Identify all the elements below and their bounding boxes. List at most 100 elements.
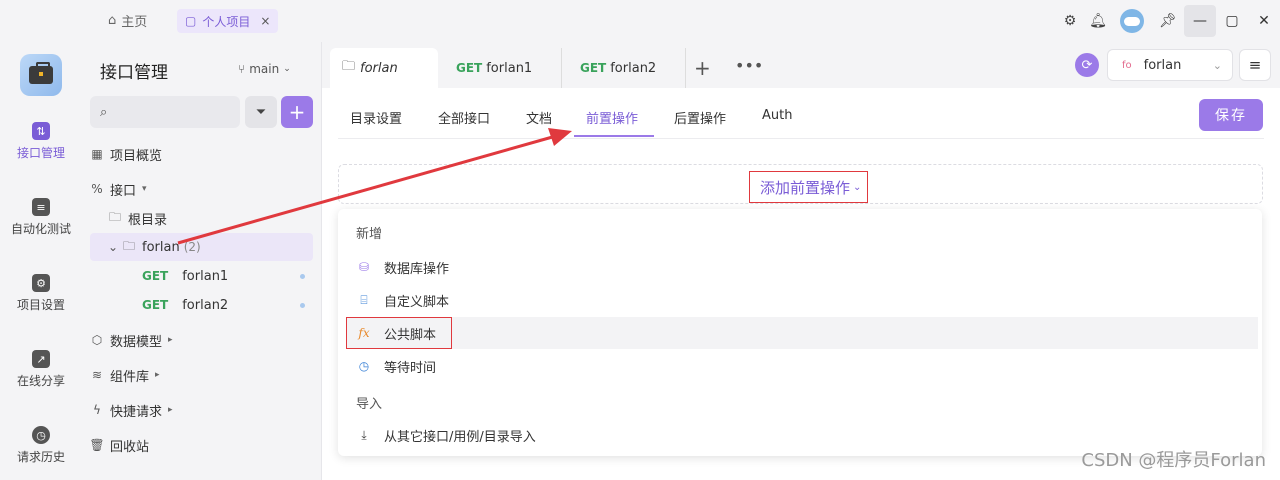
menu-item-label: 从其它接口/用例/目录导入 [384,429,536,445]
rail-item-api[interactable]: ⇅ 接口管理 [0,122,82,161]
close-window-button[interactable]: ✕ [1248,5,1280,37]
method-badge: GET [142,269,169,283]
tab-label: forlan1 [486,60,533,76]
environment-select[interactable]: fo forlan ⌄ [1107,49,1233,81]
home-icon: ⌂ [108,13,117,28]
tab-label: forlan [360,60,398,76]
api-icon: ⇅ [32,122,50,140]
home-label: 主页 [121,15,148,30]
env-name: forlan [1143,57,1182,73]
folder-icon: 🗀 [342,59,356,74]
search-icon: ⌕ [100,104,108,120]
subtab-all-apis[interactable]: 全部接口 [438,108,490,127]
tree-label: 组件库 [110,369,150,385]
cube-icon: ⬡ [91,333,103,347]
tree-item-trash[interactable]: 🗑︎ 回收站 [89,431,313,459]
menu-group-new: 新增 [356,227,383,242]
tree-item-endpoint[interactable]: GET forlan2 [90,291,313,319]
maximize-button[interactable]: ▢ [1216,5,1248,37]
caret-right-icon: ▸ [155,370,160,380]
settings-icon[interactable]: ⚙ [1056,7,1084,35]
app-logo [20,54,62,96]
method-badge: GET [456,61,483,75]
subtab-auth[interactable]: Auth [762,108,792,123]
divider [338,138,1264,139]
branch-selector[interactable]: ⑂ main ⌄ [238,62,291,76]
new-tab-icon[interactable]: + [694,56,711,80]
tree-item-api[interactable]: % 接口 ▾ [90,175,313,203]
main-panel: 🗀 forlan GET forlan1 GET forlan2 + ••• ⟳… [322,42,1280,480]
automation-icon: ≡ [32,198,50,216]
tree-item-data-models[interactable]: ⬡ 数据模型 ▸ [90,326,313,354]
folder-count: (2) [183,240,201,254]
tree-item-root[interactable]: 🗀 根目录 [90,204,313,232]
tree-label: 数据模型 [110,334,163,350]
rail-item-settings[interactable]: ⚙ 项目设置 [0,274,82,313]
subtab-pre-ops[interactable]: 前置操作 [586,108,638,127]
status-dot [300,302,305,308]
tree-label: 快捷请求 [110,404,163,420]
project-tab[interactable]: ▢ 个人项目 × [177,9,279,33]
watermark: CSDN @程序员Forlan [1081,450,1266,471]
rail-item-share[interactable]: ↗ 在线分享 [0,350,82,389]
tree-label: forlan [142,239,180,255]
rail-item-automation[interactable]: ≡ 自动化测试 [0,198,82,237]
add-pre-op-label: 添加前置操作 [760,178,851,197]
menu-item-public-script[interactable]: fx 公共脚本 [346,317,1258,349]
layers-icon: ≋ [91,368,103,382]
tab-forlan2[interactable]: GET forlan2 [562,48,686,88]
filter-button[interactable]: ⏷ [245,96,277,128]
minimize-button[interactable]: — [1184,5,1216,37]
add-pre-op-button[interactable]: 添加前置操作 ⌄ [749,171,869,203]
menu-icon[interactable]: ≡ [1239,49,1271,81]
status-dot [300,273,305,279]
settings-icon: ⚙ [32,274,50,292]
tab-forlan[interactable]: 🗀 forlan [330,48,438,88]
tree-label: 根目录 [128,212,168,228]
active-tab-indicator [574,135,654,137]
tab-forlan1[interactable]: GET forlan1 [438,48,562,88]
menu-item-custom-script[interactable]: ⌸ 自定义脚本 [346,284,1258,316]
bell-icon[interactable]: 🔔︎ [1084,7,1112,35]
api-sidebar: 接口管理 ⑂ main ⌄ ⌕ ⏷ + ▦ 项目概览 % 接口 ▾ 🗀 根目录 … [82,42,322,480]
pin-icon[interactable]: 📌︎ [1152,5,1184,37]
add-button[interactable]: + [281,96,313,128]
project-icon: ▢ [185,14,197,28]
rail-item-label: 在线分享 [16,374,65,388]
tree-item-quick-requests[interactable]: ϟ 快捷请求 ▸ [90,396,313,424]
subtab-dir-settings[interactable]: 目录设置 [350,108,402,127]
subtab-post-ops[interactable]: 后置操作 [674,108,726,127]
more-icon[interactable]: ••• [735,56,763,75]
tree-item-endpoint[interactable]: GET forlan1 [90,262,313,290]
branch-label: main [249,62,280,76]
folder-open-icon: 🗀 [122,238,135,253]
tree-label: 接口 [110,183,137,199]
tree-item-folder-forlan[interactable]: ⌄ 🗀 forlan (2) [90,233,313,261]
lightning-icon: ϟ [93,403,101,417]
tree-item-overview[interactable]: ▦ 项目概览 [90,140,313,168]
clock-icon: ◷ [358,359,370,373]
tree-label: 项目概览 [110,148,163,164]
trash-icon: 🗑︎ [89,438,105,452]
save-button[interactable]: 保存 [1199,99,1263,131]
plus-icon: + [288,100,306,124]
layout-icon: ▦ [91,147,103,161]
request-tabbar: 🗀 forlan GET forlan1 GET forlan2 + ••• ⟳… [322,42,1280,88]
home-tab[interactable]: ⌂ 主页 [108,11,147,30]
subtab-docs[interactable]: 文档 [526,108,552,127]
highlight-box [346,317,452,349]
menu-group-import: 导入 [356,397,383,412]
tree-item-components[interactable]: ≋ 组件库 ▸ [90,361,313,389]
menu-item-wait-time[interactable]: ◷ 等待时间 [346,350,1258,382]
script-icon: ⌸ [360,292,368,307]
rail-item-history[interactable]: ◷ 请求历史 [0,426,82,465]
sync-icon[interactable]: ⟳ [1075,53,1099,77]
menu-item-database[interactable]: ⛁ 数据库操作 [346,251,1258,283]
avatar[interactable] [1120,9,1144,33]
close-tab-icon[interactable]: × [260,14,270,28]
branch-icon: ⑂ [238,62,246,76]
search-input[interactable]: ⌕ [90,96,240,128]
sidebar-title: 接口管理 [100,63,168,83]
chevron-down-icon: ⌄ [1212,58,1222,72]
rail-item-label: 自动化测试 [10,222,71,236]
